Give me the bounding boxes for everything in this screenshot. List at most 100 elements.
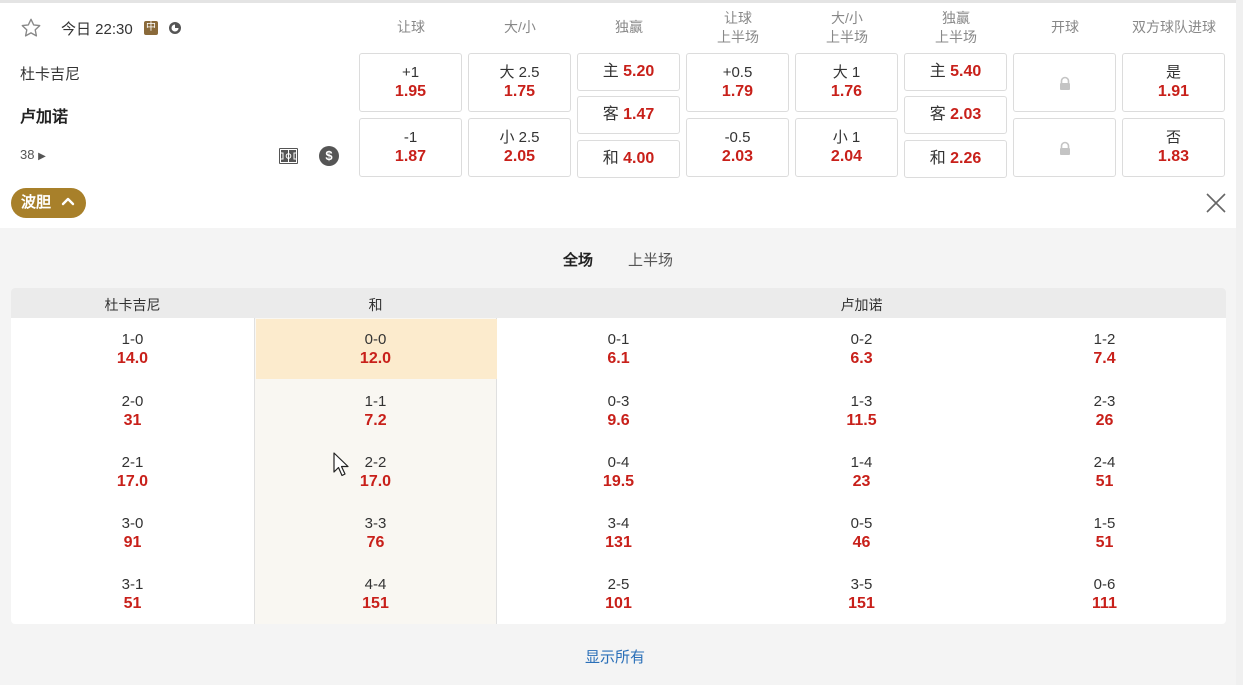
neutral-badge: 中 (144, 21, 158, 35)
odd-moneyline-away[interactable]: 客 1.47 (577, 96, 680, 134)
away-team: 卢加诺 (20, 109, 69, 126)
odd-total-under[interactable]: 小 2.5 2.05 (468, 118, 571, 177)
favorite-star-icon[interactable] (20, 17, 42, 39)
odd-line: 客 (929, 106, 946, 123)
odd-total-1h-over[interactable]: 大 1 1.76 (795, 53, 898, 112)
score-label: 3-5 (850, 576, 873, 593)
odd-handicap-1h-home[interactable]: +0.5 1.79 (686, 53, 789, 112)
score-odd: 51 (1095, 534, 1114, 551)
scrollbar-track[interactable] (1236, 0, 1243, 685)
score-cell[interactable]: 3-1 51 (11, 575, 254, 614)
odd-handicap-home[interactable]: +1 1.95 (359, 53, 462, 112)
score-label: 4-4 (364, 576, 387, 593)
score-odd: 151 (848, 595, 875, 612)
score-cell[interactable]: 0-1 6.1 (497, 330, 740, 369)
odd-moneyline-1h-away[interactable]: 客 2.03 (904, 96, 1007, 134)
odd-total-over[interactable]: 大 2.5 1.75 (468, 53, 571, 112)
score-odd: 31 (123, 412, 142, 429)
score-cell[interactable]: 2-1 17.0 (11, 453, 254, 492)
odd-moneyline-draw[interactable]: 和 4.00 (577, 140, 680, 178)
score-odd: 46 (852, 534, 871, 551)
score-label: 1-5 (1093, 515, 1116, 532)
score-label: 0-3 (607, 393, 630, 410)
odd-value: 1.79 (721, 83, 754, 100)
score-cell[interactable]: 2-0 31 (11, 392, 254, 431)
score-cell[interactable]: 0-0 12.0 (254, 330, 497, 369)
odd-handicap-1h-away[interactable]: -0.5 2.03 (686, 118, 789, 177)
score-label: 3-4 (607, 515, 630, 532)
score-cell[interactable]: 2-4 51 (983, 453, 1226, 492)
score-cell[interactable]: 3-0 91 (11, 514, 254, 553)
odd-line: 小 2.5 (499, 129, 540, 146)
odd-line: -1 (403, 129, 418, 146)
score-cell[interactable]: 2-3 26 (983, 392, 1226, 431)
odd-value: 1.75 (503, 83, 536, 100)
score-label: 0-4 (607, 454, 630, 471)
score-odd: 101 (605, 595, 632, 612)
score-label: 2-3 (1093, 393, 1116, 410)
score-cell[interactable]: 1-5 51 (983, 514, 1226, 553)
score-cell[interactable]: 3-4 131 (497, 514, 740, 553)
tab-first-half[interactable]: 上半场 (628, 249, 673, 270)
odd-total-1h-under[interactable]: 小 1 2.04 (795, 118, 898, 177)
score-cell[interactable]: 1-4 23 (740, 453, 983, 492)
show-all-link[interactable]: 显示所有 (585, 646, 645, 667)
grid-header-draw: 和 (368, 297, 383, 313)
score-cell[interactable]: 1-0 14.0 (11, 330, 254, 369)
score-cell[interactable]: 4-4 151 (254, 575, 497, 614)
odd-value: 1.76 (830, 83, 863, 100)
score-cell[interactable]: 1-1 7.2 (254, 392, 497, 431)
score-odd: 12.0 (359, 350, 392, 367)
more-markets-link[interactable]: 38 ▶ (20, 147, 46, 162)
cashout-dollar-icon[interactable]: $ (319, 146, 339, 166)
caret-right-icon: ▶ (38, 151, 46, 162)
score-cell[interactable]: 1-2 7.4 (983, 330, 1226, 369)
odd-value: 1.95 (394, 83, 427, 100)
correct-score-toggle-button[interactable]: 波胆 (11, 188, 86, 218)
odd-btts-yes[interactable]: 是 1.91 (1122, 53, 1225, 112)
odd-moneyline-home[interactable]: 主 5.20 (577, 53, 680, 91)
score-cell[interactable]: 0-5 46 (740, 514, 983, 553)
header-handicap-1h: 让球 上半场 (717, 10, 759, 45)
close-icon[interactable] (1204, 191, 1228, 215)
score-label: 0-6 (1093, 576, 1116, 593)
score-label: 1-4 (850, 454, 873, 471)
score-odd: 51 (123, 595, 142, 612)
tab-full-time[interactable]: 全场 (563, 249, 593, 270)
grid-header-away: 卢加诺 (840, 297, 883, 313)
odd-handicap-away[interactable]: -1 1.87 (359, 118, 462, 177)
odd-value: 2.05 (503, 148, 536, 165)
score-label: 2-4 (1093, 454, 1116, 471)
score-cell[interactable]: 1-3 11.5 (740, 392, 983, 431)
odd-moneyline-1h-draw[interactable]: 和 2.26 (904, 140, 1007, 178)
odd-value: 2.03 (950, 106, 982, 123)
score-cell[interactable]: 3-5 151 (740, 575, 983, 614)
odd-btts-no[interactable]: 否 1.83 (1122, 118, 1225, 177)
odd-value: 1.47 (623, 106, 655, 123)
grid-header-home: 杜卡吉尼 (104, 297, 161, 313)
score-cell[interactable]: 0-2 6.3 (740, 330, 983, 369)
odd-moneyline-1h-home[interactable]: 主 5.40 (904, 53, 1007, 91)
odd-line: 主 (602, 63, 619, 80)
score-cell[interactable]: 2-2 17.0 (254, 453, 497, 492)
score-label: 1-2 (1093, 331, 1116, 348)
correct-score-label: 波胆 (21, 194, 52, 211)
score-odd: 91 (123, 534, 142, 551)
header-moneyline: 独赢 (615, 19, 643, 35)
odd-value: 5.20 (623, 63, 655, 80)
header-moneyline-1h: 独赢 上半场 (935, 10, 977, 45)
score-cell[interactable]: 0-6 111 (983, 575, 1226, 614)
score-cell[interactable]: 2-5 101 (497, 575, 740, 614)
score-cell[interactable]: 0-4 19.5 (497, 453, 740, 492)
top-divider (0, 0, 1243, 3)
score-label: 3-1 (121, 576, 144, 593)
score-odd: 23 (852, 473, 871, 490)
header-btts: 双方球队进球 (1132, 19, 1216, 35)
odd-first-kick-home-locked (1013, 53, 1116, 112)
score-cell[interactable]: 3-3 76 (254, 514, 497, 553)
pitch-icon[interactable] (278, 146, 299, 166)
score-cell[interactable]: 0-3 9.6 (497, 392, 740, 431)
header-total: 大/小 (504, 19, 536, 35)
score-odd: 51 (1095, 473, 1114, 490)
odd-value: 1.87 (394, 148, 427, 165)
